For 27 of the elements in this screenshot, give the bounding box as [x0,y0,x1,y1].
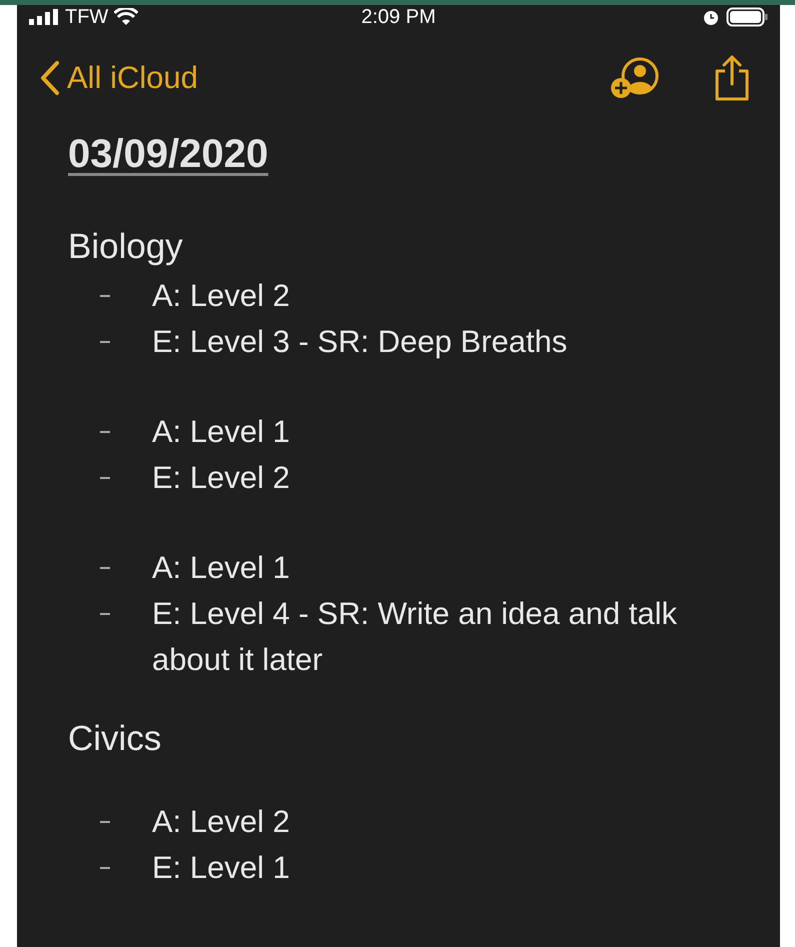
dash-bullet-icon [100,431,110,433]
chevron-left-icon [39,60,61,96]
dash-bullet-icon [100,613,110,615]
list-item: A: Level 2 [152,277,291,315]
dash-bullet-icon [100,567,110,569]
dash-bullet-icon [100,477,110,479]
dash-bullet-icon [100,821,110,823]
signal-icon [29,9,59,25]
list-item: A: Level 1 [152,549,291,587]
dash-bullet-icon [100,341,110,343]
dash-bullet-icon [100,295,110,297]
back-button[interactable]: All iCloud [39,60,198,96]
wifi-icon [114,8,138,26]
battery-icon [726,7,768,27]
section-heading: Biology [68,227,184,267]
list-item: E: Level 2 [152,459,291,497]
list-item: E: Level 3 - SR: Deep Breaths [152,323,568,361]
list-item: A: Level 2 [152,803,291,841]
list-item: A: Level 1 [152,413,291,451]
list-item: E: Level 4 - SR: Write an idea and talk about it later [152,595,678,679]
alarm-icon [702,8,720,26]
section-heading: Civics [68,719,162,759]
note-title: 03/09/2020 [68,132,268,177]
carrier-name: TFW [65,6,108,28]
dash-bullet-icon [100,867,110,869]
list-item: E: Level 1 [152,849,291,887]
status-time: 2:09 PM [361,6,436,28]
